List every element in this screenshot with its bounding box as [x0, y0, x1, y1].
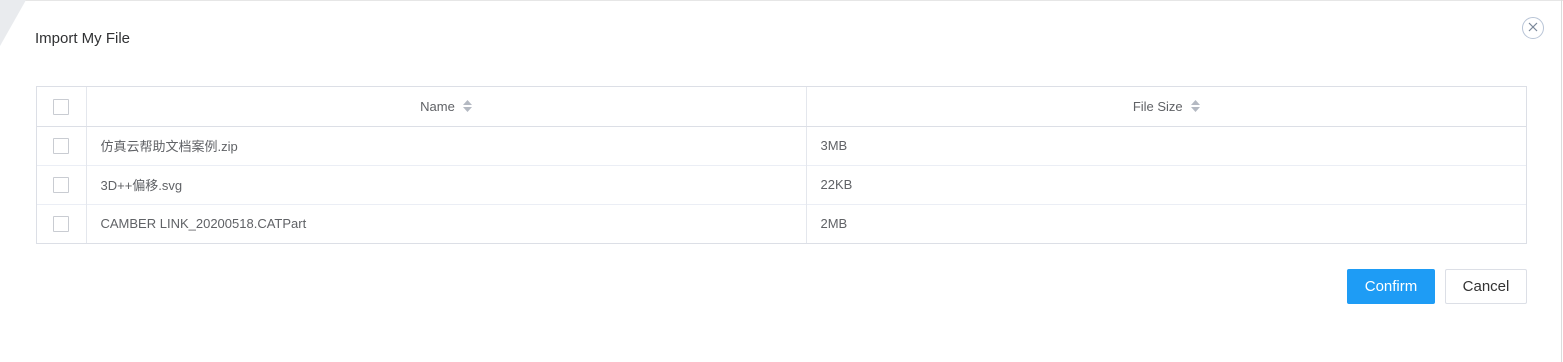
dialog-right-border: [1561, 0, 1562, 362]
cancel-button[interactable]: Cancel: [1445, 269, 1527, 304]
sort-icon[interactable]: [1190, 100, 1200, 113]
row-checkbox-cell: [37, 203, 87, 243]
file-name-cell: 仿真云帮助文档案例.zip: [86, 126, 807, 165]
file-table: Name File Size 仿真云帮助文档案例.zip 3MB 3D++偏移.…: [36, 86, 1527, 244]
table-row[interactable]: 3D++偏移.svg 22KB: [37, 164, 1526, 204]
select-all-cell: [37, 87, 87, 127]
file-name-cell: 3D++偏移.svg: [86, 164, 807, 204]
dialog-title: Import My File: [35, 30, 131, 47]
row-checkbox-cell: [37, 164, 87, 204]
corner-decoration: [0, 0, 30, 50]
confirm-button[interactable]: Confirm: [1347, 269, 1435, 304]
row-checkbox[interactable]: [53, 216, 70, 233]
table-row[interactable]: 仿真云帮助文档案例.zip 3MB: [37, 126, 1526, 165]
file-size-cell: 3MB: [820, 138, 848, 153]
select-all-checkbox[interactable]: [53, 98, 70, 115]
row-checkbox[interactable]: [53, 137, 70, 154]
column-label-name: Name: [420, 98, 455, 114]
row-checkbox[interactable]: [53, 176, 70, 193]
file-size-cell: 2MB: [806, 203, 1526, 243]
import-file-dialog: Import My File Name File Size 仿真云帮助文档案例.…: [0, 0, 1563, 362]
table-header-row: Name File Size: [37, 87, 1526, 127]
column-header-file-size[interactable]: File Size: [806, 87, 1526, 127]
dialog-top-border: [0, 0, 1563, 1]
table-row[interactable]: CAMBER LINK_20200518.CATPart 2MB: [37, 203, 1526, 243]
close-button[interactable]: [1522, 17, 1544, 39]
sort-icon[interactable]: [462, 100, 472, 113]
column-label-file-size: File Size: [1132, 98, 1183, 114]
row-checkbox-cell: [37, 126, 87, 165]
file-size-cell: 22KB: [806, 164, 1526, 204]
close-icon: [1528, 19, 1538, 37]
file-name-cell: CAMBER LINK_20200518.CATPart: [86, 203, 807, 243]
column-header-name[interactable]: Name: [86, 87, 807, 127]
